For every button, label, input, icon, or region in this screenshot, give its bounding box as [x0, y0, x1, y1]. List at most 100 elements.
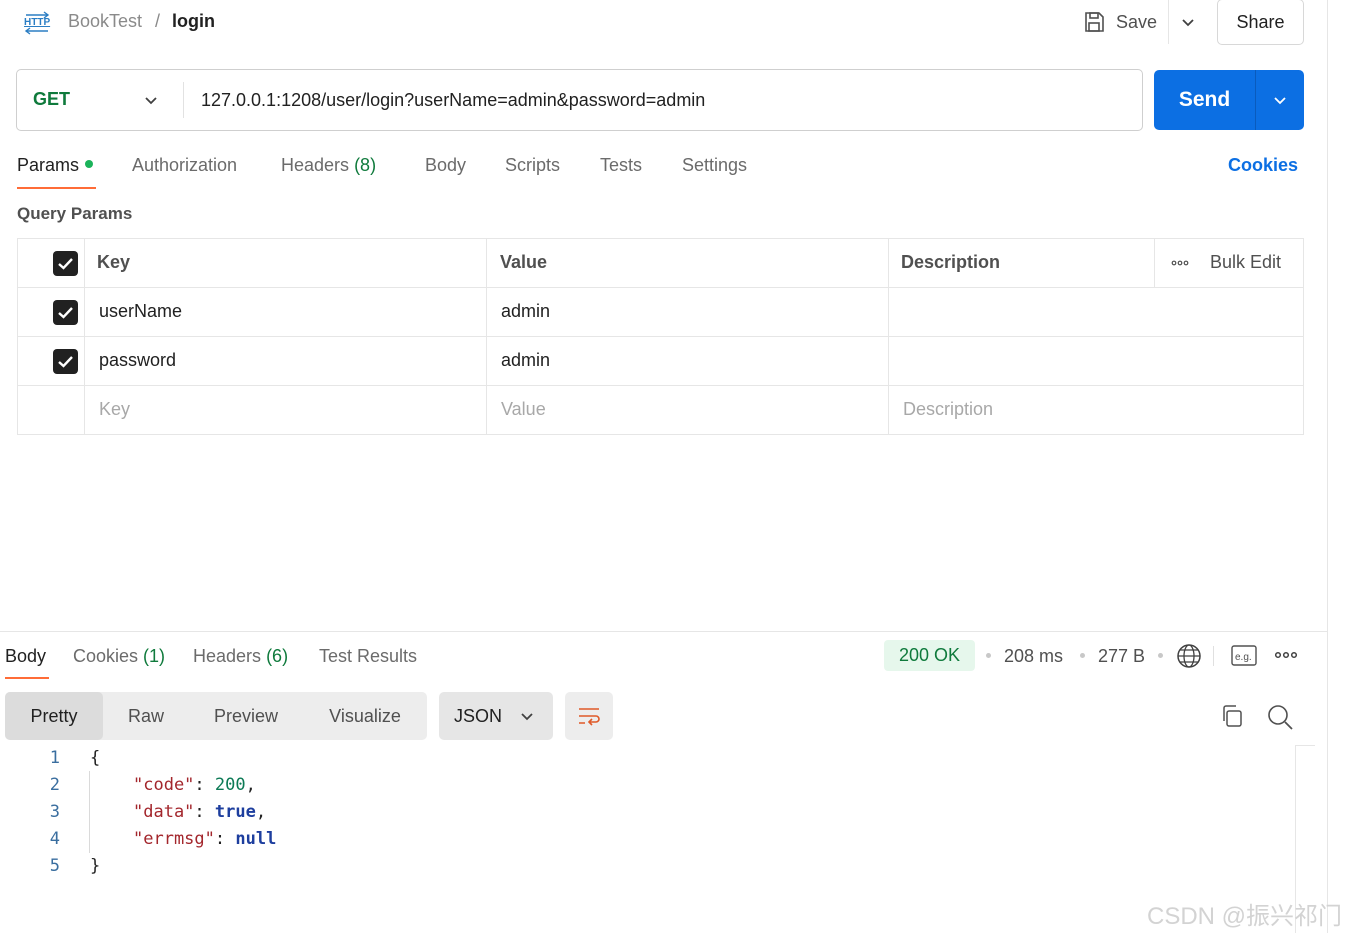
- watermark: CSDN @振兴祁门: [1147, 903, 1343, 930]
- cookies-link[interactable]: Cookies: [1228, 155, 1298, 176]
- status-badge[interactable]: 200 OK: [884, 640, 975, 671]
- param-key[interactable]: password: [99, 350, 176, 371]
- table-row-new: Key Value Description: [18, 386, 1303, 435]
- tab-headers-label: Headers: [281, 155, 350, 175]
- code-line: 5 }: [0, 856, 1290, 883]
- request-tabs: Params Authorization Headers (8) Body Sc…: [0, 150, 1327, 192]
- method-divider: [183, 82, 184, 118]
- chevron-down-icon: [145, 97, 157, 105]
- meta-separator: [1080, 653, 1085, 658]
- param-value[interactable]: admin: [501, 301, 550, 322]
- tab-params[interactable]: Params: [17, 155, 94, 176]
- send-button[interactable]: Send: [1154, 70, 1255, 130]
- code-text: "data": true,: [133, 802, 267, 822]
- new-value-placeholder[interactable]: Value: [501, 399, 546, 420]
- code-line: 1 {: [0, 748, 1290, 775]
- toolbar-divider: [1213, 646, 1214, 666]
- http-icon: HTTP: [24, 11, 50, 35]
- share-button[interactable]: Share: [1217, 0, 1304, 45]
- tab-headers-count: (8): [354, 155, 377, 175]
- send-options-chevron-down-icon[interactable]: [1268, 88, 1292, 112]
- line-number: 3: [49, 802, 60, 822]
- format-select[interactable]: JSON: [439, 692, 553, 740]
- meta-separator: [1158, 653, 1163, 658]
- more-options-icon[interactable]: [1170, 253, 1190, 273]
- active-tab-underline: [17, 187, 96, 189]
- code-text: "code": 200,: [133, 775, 256, 795]
- search-icon[interactable]: [1266, 703, 1294, 731]
- response-divider[interactable]: [0, 631, 1327, 632]
- response-tab-cookies-label: Cookies: [73, 646, 139, 666]
- request-header: HTTP BookTest / login Save Share: [0, 0, 1327, 46]
- save-button[interactable]: Save: [1082, 4, 1157, 40]
- column-header-key: Key: [97, 252, 131, 272]
- save-label: Save: [1116, 11, 1158, 32]
- view-mode-preview[interactable]: Preview: [189, 692, 303, 740]
- window-edge: [1327, 0, 1328, 933]
- query-params-table: Key Value Description Bulk Edit userName…: [17, 238, 1304, 435]
- code-line: 3 "data": true,: [0, 802, 1290, 829]
- line-number: 4: [49, 829, 60, 849]
- method-select[interactable]: GET: [17, 70, 183, 130]
- column-header-description: Description: [901, 252, 1001, 272]
- json-value: 200: [214, 775, 246, 795]
- response-tab-headers-label: Headers: [193, 646, 262, 666]
- url-input[interactable]: [201, 84, 1121, 116]
- globe-icon[interactable]: [1176, 643, 1202, 669]
- more-options-icon[interactable]: [1274, 645, 1298, 665]
- tab-headers[interactable]: Headers (8): [281, 155, 376, 176]
- editor-border: [1295, 745, 1315, 746]
- chevron-down-icon: [521, 713, 533, 721]
- table-row: userName admin: [18, 288, 1303, 337]
- view-mode-group: Pretty Raw Preview Visualize: [5, 692, 427, 740]
- format-label: JSON: [454, 706, 503, 726]
- svg-text:e.g.: e.g.: [1235, 652, 1252, 663]
- select-all-checkbox[interactable]: [53, 251, 78, 276]
- breadcrumb-separator: /: [155, 11, 161, 31]
- copy-icon[interactable]: [1219, 703, 1245, 729]
- tab-authorization[interactable]: Authorization: [132, 155, 237, 176]
- code-text: {: [90, 748, 101, 768]
- checkmark-icon: [58, 307, 73, 319]
- new-key-placeholder[interactable]: Key: [99, 399, 130, 420]
- param-checkbox[interactable]: [53, 300, 78, 325]
- checkmark-icon: [58, 356, 73, 368]
- response-body-editor[interactable]: 1 { 2 "code": 200, 3 "data": true, 4 "er…: [0, 746, 1296, 933]
- wrap-lines-button[interactable]: [565, 692, 613, 740]
- param-checkbox[interactable]: [53, 349, 78, 374]
- line-number: 2: [49, 775, 60, 795]
- response-tab-headers-count: (6): [266, 646, 289, 666]
- send-button-group: Send: [1154, 70, 1304, 130]
- response-tab-body[interactable]: Body: [5, 646, 46, 667]
- save-options-chevron-down-icon[interactable]: [1176, 10, 1200, 34]
- view-mode-raw[interactable]: Raw: [103, 692, 189, 740]
- tab-body[interactable]: Body: [425, 155, 466, 176]
- save-icon: [1085, 12, 1104, 32]
- tab-params-label: Params: [17, 155, 80, 175]
- tab-tests[interactable]: Tests: [600, 155, 642, 176]
- save-example-icon[interactable]: e.g.: [1231, 644, 1257, 668]
- code-line: 2 "code": 200,: [0, 775, 1290, 802]
- new-description-placeholder[interactable]: Description: [903, 399, 993, 420]
- view-mode-pretty[interactable]: Pretty: [5, 692, 103, 740]
- view-mode-visualize[interactable]: Visualize: [303, 692, 427, 740]
- bulk-edit-button[interactable]: Bulk Edit: [1210, 252, 1281, 273]
- breadcrumb-collection[interactable]: BookTest: [68, 11, 142, 32]
- json-key: "data": [133, 802, 195, 822]
- response-tab-cookies[interactable]: Cookies (1): [73, 646, 165, 667]
- svg-text:HTTP: HTTP: [24, 17, 50, 28]
- tab-settings[interactable]: Settings: [682, 155, 747, 176]
- table-row: password admin: [18, 337, 1303, 386]
- tab-scripts[interactable]: Scripts: [505, 155, 560, 176]
- response-tab-test-results[interactable]: Test Results: [319, 646, 417, 667]
- param-value[interactable]: admin: [501, 350, 550, 371]
- method-label: GET: [33, 89, 71, 109]
- json-punctuation: ,: [245, 775, 256, 795]
- response-tab-headers[interactable]: Headers (6): [193, 646, 288, 667]
- response-time[interactable]: 208 ms: [1004, 646, 1063, 667]
- response-size[interactable]: 277 B: [1098, 646, 1145, 667]
- param-key[interactable]: userName: [99, 301, 182, 322]
- breadcrumb-request-name[interactable]: login: [172, 11, 215, 32]
- json-key: "errmsg": [133, 829, 215, 849]
- checkmark-icon: [58, 258, 73, 270]
